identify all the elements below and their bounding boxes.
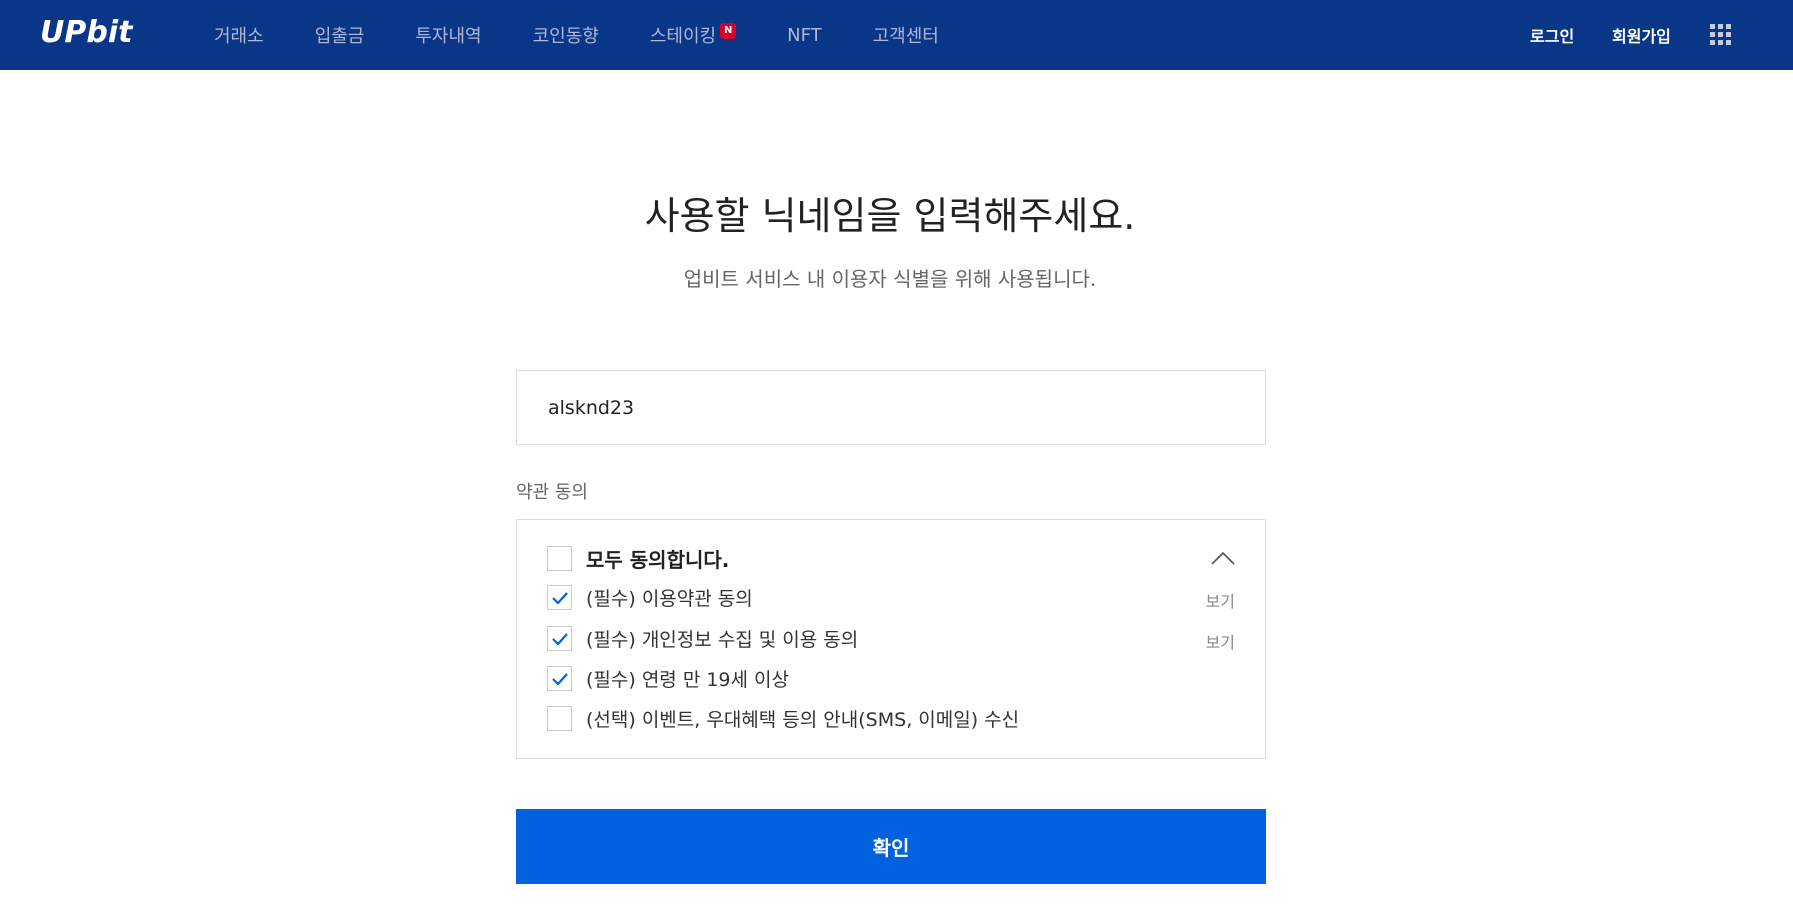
agree-all-checkbox[interactable]	[547, 546, 572, 571]
term-checkbox-privacy[interactable]	[547, 626, 572, 651]
term-row-privacy[interactable]: (필수) 개인정보 수집 및 이용 동의	[547, 625, 858, 652]
signup-link-wrap: 회원가입	[1612, 0, 1671, 70]
signup-link[interactable]: 회원가입	[1612, 23, 1671, 47]
main-nav: 거래소 입출금 투자내역 코인동향 스테이킹 N NFT 고객센터	[214, 0, 990, 70]
term-checkbox-service[interactable]	[547, 585, 572, 610]
checkmark-icon	[551, 672, 568, 685]
term-label: (필수) 개인정보 수집 및 이용 동의	[586, 629, 859, 651]
nav-deposit-withdraw[interactable]: 입출금	[315, 22, 365, 48]
nickname-input[interactable]	[516, 370, 1266, 445]
nav-nft[interactable]: NFT	[787, 25, 822, 46]
login-link-wrap: 로그인	[1530, 0, 1574, 70]
nav-exchange[interactable]: 거래소	[214, 22, 264, 48]
view-terms-service-link[interactable]: 보기	[1206, 588, 1235, 612]
terms-section-label: 약관 동의	[516, 482, 588, 503]
page-subtitle: 업비트 서비스 내 이용자 식별을 위해 사용됩니다.	[683, 267, 1097, 291]
nav-label: 고객센터	[872, 26, 939, 47]
nav-label: NFT	[787, 24, 822, 46]
checkmark-icon	[551, 591, 568, 604]
agree-all-label: 모두 동의합니다.	[586, 548, 730, 572]
term-row-service[interactable]: (필수) 이용약관 동의	[547, 584, 753, 611]
confirm-button[interactable]: 확인	[516, 809, 1266, 884]
top-navigation-bar: UPbit 거래소 입출금 투자내역 코인동향 스테이킹 N NFT 고객센터 로…	[0, 0, 1793, 70]
nav-label: 거래소	[214, 26, 264, 47]
nav-label: 투자내역	[415, 26, 482, 47]
nav-coin-trends[interactable]: 코인동향	[533, 22, 599, 48]
agree-all-row[interactable]: 모두 동의합니다.	[547, 544, 729, 573]
term-label: (필수) 이용약관 동의	[586, 588, 753, 610]
nav-label: 코인동향	[532, 26, 599, 47]
chevron-up-icon[interactable]	[1211, 550, 1235, 566]
terms-box: 모두 동의합니다. (필수) 이용약관 동의 보기 (필수) 개인정보 수집 및…	[516, 519, 1266, 759]
nav-investment-history[interactable]: 투자내역	[415, 22, 481, 48]
nav-staking[interactable]: 스테이킹 N	[649, 22, 737, 48]
term-label: (필수) 연령 만 19세 이상	[586, 669, 790, 691]
upbit-logo[interactable]: UPbit	[40, 14, 132, 52]
page-title: 사용할 닉네임을 입력해주세요.	[644, 194, 1136, 238]
term-checkbox-age[interactable]	[547, 666, 572, 691]
view-terms-privacy-link[interactable]: 보기	[1206, 629, 1235, 653]
nav-label: 입출금	[314, 26, 365, 47]
nav-label: 스테이킹	[649, 26, 717, 47]
app-grid-icon[interactable]	[1710, 24, 1731, 45]
term-checkbox-marketing[interactable]	[547, 706, 572, 731]
term-label: (선택) 이벤트, 우대혜택 등의 안내(SMS, 이메일) 수신	[586, 709, 1020, 731]
new-badge: N	[720, 23, 737, 39]
checkmark-icon	[551, 632, 568, 645]
login-link[interactable]: 로그인	[1530, 23, 1574, 47]
term-row-marketing[interactable]: (선택) 이벤트, 우대혜택 등의 안내(SMS, 이메일) 수신	[547, 705, 1019, 732]
nav-customer-center[interactable]: 고객센터	[873, 22, 939, 48]
term-row-age[interactable]: (필수) 연령 만 19세 이상	[547, 665, 789, 692]
